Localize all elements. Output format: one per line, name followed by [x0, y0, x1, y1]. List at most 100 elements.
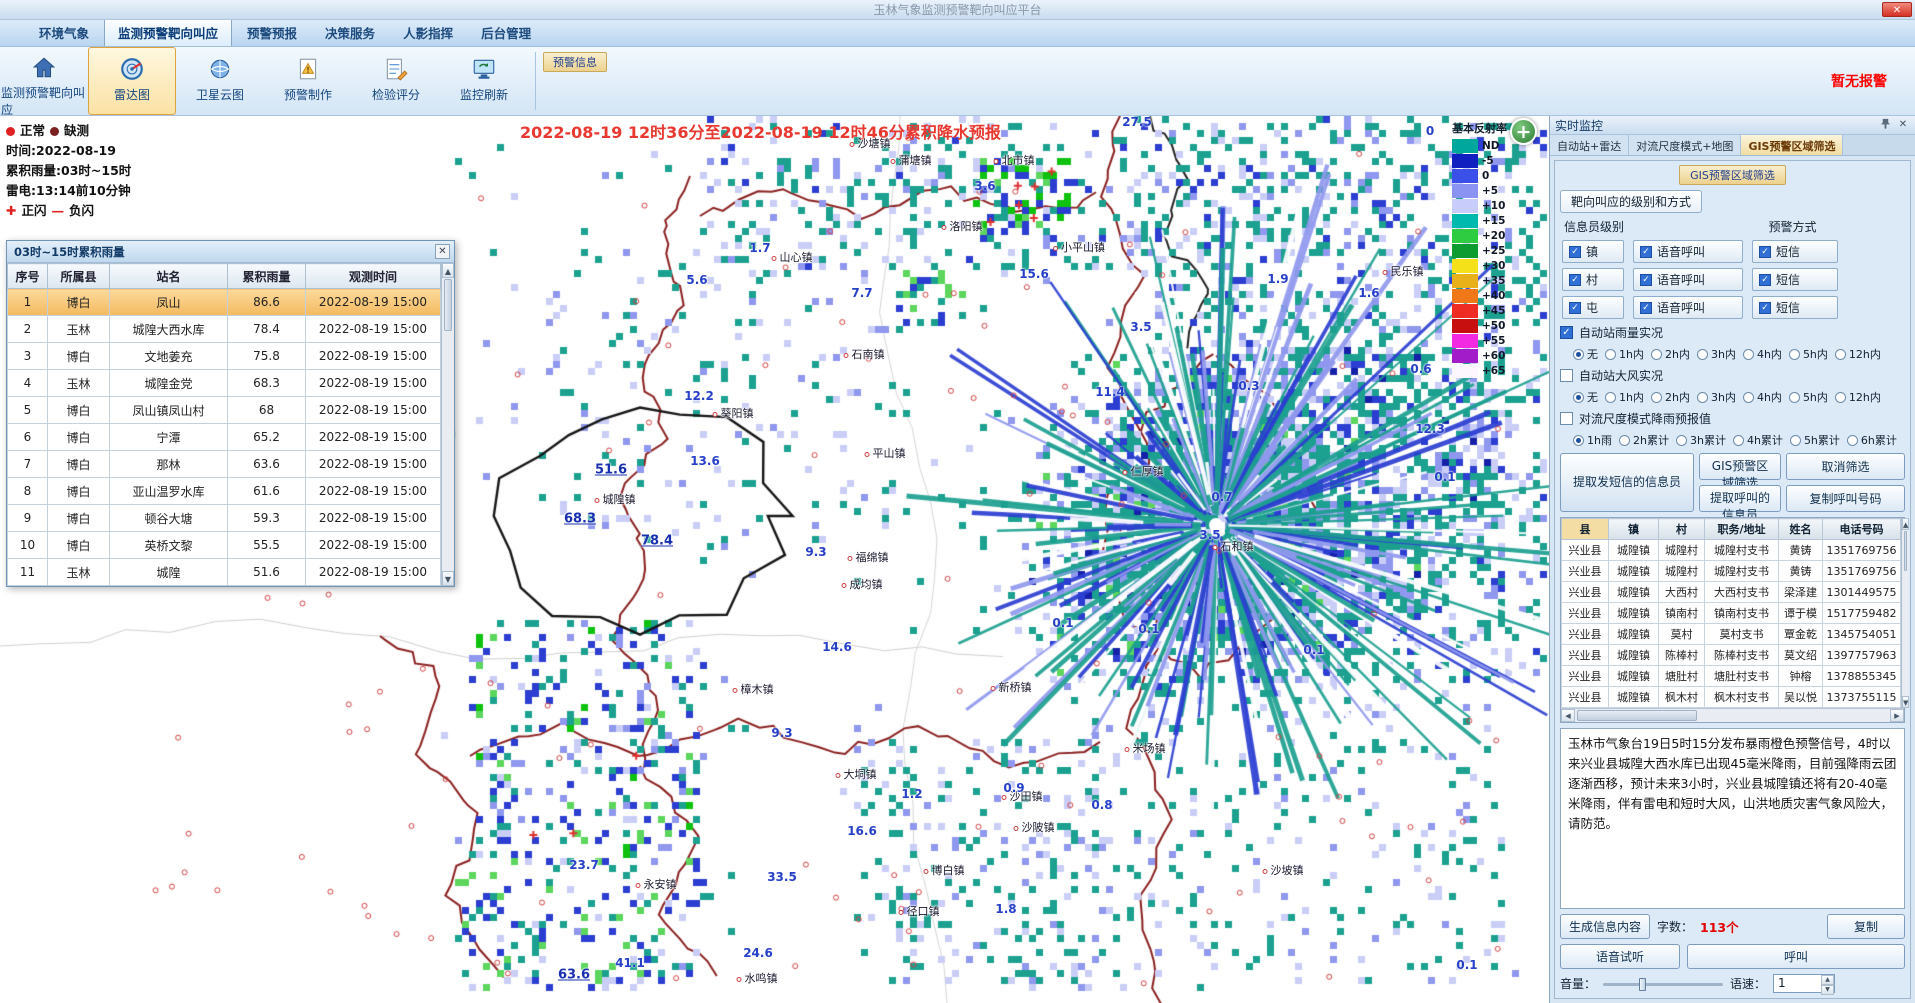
toolbar-button[interactable]: 雷达图 — [88, 47, 176, 115]
gis-filter-button[interactable]: GIS预警区域筛选 — [1699, 453, 1781, 480]
members-header-cell[interactable]: 村 — [1659, 519, 1705, 540]
members-row[interactable]: 兴业县城隍镇城隍村城隍村支书黄铸1351769756 — [1562, 561, 1901, 582]
rain-table-row[interactable]: 1博白凤山86.62022-08-19 15:00 — [8, 289, 441, 316]
rain-table-row[interactable]: 4玉林城隍金党68.32022-08-19 15:00 — [8, 370, 441, 397]
scroll-thumb[interactable] — [1577, 710, 1697, 721]
voice-call-button[interactable]: ✓语音呼叫 — [1633, 240, 1743, 263]
members-header-cell[interactable]: 姓名 — [1779, 519, 1823, 540]
scroll-left-icon[interactable]: ◀ — [1561, 709, 1575, 722]
radio-option[interactable]: 1h内 — [1605, 346, 1644, 362]
panel-tab[interactable]: GIS预警区域筛选 — [1741, 135, 1843, 155]
zoom-in-button[interactable]: + — [1510, 118, 1537, 145]
toolbar-button[interactable]: 监控刷新 — [440, 47, 528, 115]
radio-option[interactable]: 3h内 — [1697, 389, 1736, 405]
radio-option[interactable]: 4h累计 — [1733, 432, 1783, 448]
menu-item[interactable]: 决策服务 — [312, 19, 388, 46]
scroll-thumb[interactable] — [1904, 531, 1907, 571]
rain-table-row[interactable]: 10博白英桥文黎55.52022-08-19 15:00 — [8, 532, 441, 559]
toolbar-button[interactable]: 卫星云图 — [176, 47, 264, 115]
toolbar-button[interactable]: 检验评分 — [352, 47, 440, 115]
sms-button[interactable]: ✓短信 — [1752, 296, 1838, 319]
radio-option[interactable]: 4h内 — [1743, 389, 1782, 405]
extract-call-members-button[interactable]: 提取呼叫的信息员 — [1699, 485, 1781, 512]
members-header-cell[interactable]: 职务/地址 — [1705, 519, 1779, 540]
radio-option[interactable]: 3h内 — [1697, 346, 1736, 362]
auto-rain-checkbox[interactable]: ✓ — [1560, 326, 1573, 339]
radio-option[interactable]: 6h累计 — [1847, 432, 1897, 448]
window-close-button[interactable]: ✕ — [1882, 2, 1912, 17]
radio-option[interactable]: 4h内 — [1743, 346, 1782, 362]
members-row[interactable]: 兴业县城隍镇塘肚村塘肚村支书钟榕1378855345 — [1562, 666, 1901, 687]
radio-option[interactable]: 1h雨 — [1573, 432, 1612, 448]
menu-item[interactable]: 环境气象 — [26, 19, 102, 46]
scroll-right-icon[interactable]: ▶ — [1890, 709, 1904, 722]
members-row[interactable]: 兴业县城隍镇城隍村城隍村支书黄铸1351769756 — [1562, 540, 1901, 561]
radio-option[interactable]: 5h内 — [1789, 346, 1828, 362]
members-header-cell[interactable]: 县 — [1562, 519, 1609, 540]
radio-option[interactable]: 1h内 — [1605, 389, 1644, 405]
menu-item[interactable]: 监测预警靶向叫应 — [104, 18, 232, 46]
level-name-button[interactable]: ✓镇 — [1562, 240, 1624, 263]
radio-option[interactable]: 5h累计 — [1790, 432, 1840, 448]
volume-slider[interactable] — [1603, 977, 1723, 991]
close-icon[interactable]: ✕ — [435, 244, 450, 259]
members-hscrollbar[interactable]: ◀ ▶ — [1561, 708, 1904, 722]
copy-message-button[interactable]: 复制 — [1827, 914, 1905, 939]
toolbar-button[interactable]: 预警制作 — [264, 47, 352, 115]
radar-map[interactable]: 2022-08-19 12时36分至2022-08-19 12时46分累积降水预… — [0, 116, 1550, 1003]
radio-option[interactable]: 3h累计 — [1676, 432, 1726, 448]
rain-table-row[interactable]: 11玉林城隍51.62022-08-19 15:00 — [8, 559, 441, 586]
radio-option[interactable]: 2h累计 — [1619, 432, 1669, 448]
extract-sms-members-button[interactable]: 提取发短信的信息员 — [1560, 453, 1694, 512]
spin-down-icon[interactable]: ▼ — [1821, 985, 1834, 995]
rain-table-row[interactable]: 5博白凤山镇凤山村682022-08-19 15:00 — [8, 397, 441, 424]
members-vscrollbar[interactable]: ▲ ▼ — [1901, 518, 1909, 708]
members-row[interactable]: 兴业县城隍镇陈棒村陈棒村支书莫文绍1397757963 — [1562, 645, 1901, 666]
slider-thumb[interactable] — [1639, 978, 1646, 991]
voice-preview-button[interactable]: 语音试听 — [1560, 944, 1680, 969]
scroll-down-icon[interactable]: ▼ — [1902, 696, 1909, 708]
members-row[interactable]: 兴业县城隍镇莫村莫村支书覃金乾1345754051 — [1562, 624, 1901, 645]
sms-button[interactable]: ✓短信 — [1752, 268, 1838, 291]
panel-close-icon[interactable]: ✕ — [1896, 118, 1910, 132]
scroll-down-icon[interactable]: ▼ — [442, 571, 454, 586]
radio-option[interactable]: 无 — [1573, 389, 1598, 405]
rain-table-row[interactable]: 6博白宁潭65.22022-08-19 15:00 — [8, 424, 441, 451]
generate-message-button[interactable]: 生成信息内容 — [1560, 914, 1650, 939]
rain-table-row[interactable]: 9博白顿谷大塘59.32022-08-19 15:00 — [8, 505, 441, 532]
rain-table-row[interactable]: 7博白那林63.62022-08-19 15:00 — [8, 451, 441, 478]
radio-option[interactable]: 无 — [1573, 346, 1598, 362]
toolbar-button[interactable]: 监测预警靶向叫应 — [0, 47, 88, 115]
menu-item[interactable]: 预警预报 — [234, 19, 310, 46]
scroll-thumb[interactable] — [444, 279, 452, 331]
panel-tab[interactable]: 对流尺度模式+地图 — [1629, 135, 1741, 155]
scroll-up-icon[interactable]: ▲ — [1902, 518, 1909, 530]
speed-spinner[interactable]: 1 ▲ ▼ — [1773, 974, 1835, 993]
spin-up-icon[interactable]: ▲ — [1821, 975, 1834, 985]
rain-table-row[interactable]: 3博白文地姜充75.82022-08-19 15:00 — [8, 343, 441, 370]
sms-button[interactable]: ✓短信 — [1752, 240, 1838, 263]
menu-item[interactable]: 后台管理 — [468, 19, 544, 46]
target-call-level-button[interactable]: 靶向叫应的级别和方式 — [1560, 190, 1702, 213]
rain-window-titlebar[interactable]: 03时~15时累积雨量 ✕ — [7, 241, 454, 263]
members-row[interactable]: 兴业县城隍镇镇南村镇南村支书谭于模1517759482 — [1562, 603, 1901, 624]
members-header-cell[interactable]: 电话号码 — [1823, 519, 1901, 540]
radio-option[interactable]: 5h内 — [1789, 389, 1828, 405]
menu-item[interactable]: 人影指挥 — [390, 19, 466, 46]
copy-call-number-button[interactable]: 复制呼叫号码 — [1786, 485, 1905, 512]
scroll-up-icon[interactable]: ▲ — [442, 263, 454, 278]
rain-table-row[interactable]: 2玉林城隍大西水库78.42022-08-19 15:00 — [8, 316, 441, 343]
radio-option[interactable]: 12h内 — [1835, 389, 1881, 405]
warning-message-text[interactable]: 玉林市气象台19日5时15分发布暴雨橙色预警信号，4时以来兴业县城隍大西水库已出… — [1560, 728, 1905, 909]
voice-call-button[interactable]: ✓语音呼叫 — [1633, 296, 1743, 319]
level-name-button[interactable]: ✓屯 — [1562, 296, 1624, 319]
voice-call-button[interactable]: ✓语音呼叫 — [1633, 268, 1743, 291]
rain-table-row[interactable]: 8博白亚山温罗水库61.62022-08-19 15:00 — [8, 478, 441, 505]
auto-wind-checkbox[interactable] — [1560, 369, 1573, 382]
radio-option[interactable]: 2h内 — [1651, 346, 1690, 362]
level-name-button[interactable]: ✓村 — [1562, 268, 1624, 291]
model-rain-checkbox[interactable] — [1560, 412, 1573, 425]
members-row[interactable]: 兴业县城隍镇大西村大西村支书梁泽建1301449575 — [1562, 582, 1901, 603]
call-button[interactable]: 呼叫 — [1687, 944, 1905, 969]
members-header-cell[interactable]: 镇 — [1609, 519, 1659, 540]
